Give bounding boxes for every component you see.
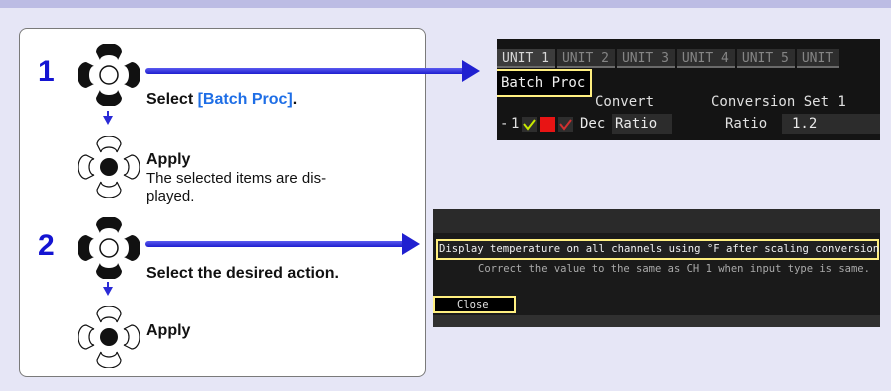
- step-1-number: 1: [38, 55, 55, 88]
- enter-key-icon: [78, 306, 140, 368]
- unit-tabs: UNIT 1 UNIT 2 UNIT 3 UNIT 4 UNIT 5 UNIT: [497, 47, 841, 68]
- tab-unit-5[interactable]: UNIT 5: [736, 49, 795, 68]
- tab-unit-2[interactable]: UNIT 2: [556, 49, 615, 68]
- top-band: [0, 0, 891, 8]
- dec-label: Dec: [580, 116, 606, 132]
- arrow-down-icon: [103, 282, 113, 296]
- color-swatch[interactable]: [540, 117, 555, 132]
- conversion-set-header: Conversion Set 1: [711, 94, 846, 110]
- instruction-panel: 1 Select [Batch Proc]. Apply The selecte…: [19, 28, 426, 377]
- tab-unit-3[interactable]: UNIT 3: [616, 49, 675, 68]
- arrow-down-icon: [103, 111, 113, 125]
- enter-key-icon: [78, 136, 140, 198]
- action-option-correct-value[interactable]: Correct the value to the same as CH 1 wh…: [478, 263, 870, 275]
- rotary-dial-icon: [78, 217, 140, 279]
- tab-unit-4[interactable]: UNIT 4: [676, 49, 735, 68]
- close-button[interactable]: Close: [433, 296, 516, 313]
- step-1-apply-description-line-1: The selected items are dis-: [146, 170, 327, 187]
- convert-header: Convert: [595, 94, 655, 110]
- batch-proc-button[interactable]: Batch Proc: [497, 69, 592, 97]
- screen-action-menu: Display temperature on all channels usin…: [433, 209, 880, 327]
- rotary-dial-icon: [78, 44, 140, 106]
- arrow-right-icon: [145, 233, 420, 255]
- action-option-fahrenheit[interactable]: Display temperature on all channels usin…: [436, 239, 879, 260]
- step-1-action: Select [Batch Proc].: [146, 91, 298, 108]
- row-dash: -: [500, 116, 509, 132]
- tab-unit-6[interactable]: UNIT: [796, 49, 840, 68]
- step-1-apply-description-line-2: played.: [146, 188, 195, 205]
- step-2-apply-label: Apply: [146, 322, 191, 339]
- arrow-right-icon: [145, 60, 480, 82]
- check-icon[interactable]: [558, 117, 573, 132]
- ratio-label: Ratio: [725, 116, 768, 132]
- step-2-action: Select the desired action.: [146, 265, 339, 282]
- check-icon[interactable]: [522, 117, 537, 132]
- ratio-value-field[interactable]: 1.2: [782, 114, 880, 134]
- step-2-number: 2: [38, 229, 55, 262]
- screen-batch-proc: UNIT 1 UNIT 2 UNIT 3 UNIT 4 UNIT 5 UNIT Batch…: [497, 39, 880, 140]
- ratio-button[interactable]: Ratio: [612, 114, 672, 134]
- channel-number: 1: [511, 116, 520, 132]
- tab-unit-1[interactable]: UNIT 1: [497, 49, 555, 68]
- step-1-apply-label: Apply: [146, 151, 191, 168]
